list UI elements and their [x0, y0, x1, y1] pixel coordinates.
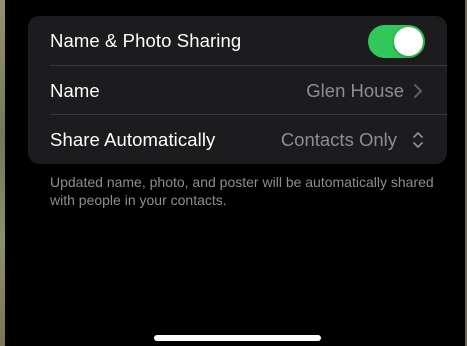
background-edge-left: [0, 0, 5, 346]
home-indicator[interactable]: [154, 335, 321, 341]
chevron-up-down-icon: [413, 131, 423, 148]
share-automatically-label: Share Automatically: [50, 128, 216, 150]
sharing-footer-note: Updated name, photo, and poster will be …: [50, 174, 434, 208]
name-photo-sharing-row: Name & Photo Sharing: [28, 16, 447, 66]
share-automatically-value: Contacts Only: [280, 128, 397, 150]
name-row[interactable]: Name Glen House: [28, 66, 447, 115]
name-value: Glen House: [306, 79, 404, 101]
chevron-right-icon: [414, 83, 422, 98]
name-photo-sharing-toggle[interactable]: [368, 25, 425, 58]
settings-card: Name & Photo Sharing Name Glen House Sha…: [28, 16, 447, 164]
name-label: Name: [50, 79, 100, 101]
toggle-knob: [394, 27, 423, 56]
name-photo-sharing-label: Name & Photo Sharing: [50, 30, 242, 51]
share-automatically-row[interactable]: Share Automatically Contacts Only: [28, 115, 447, 164]
